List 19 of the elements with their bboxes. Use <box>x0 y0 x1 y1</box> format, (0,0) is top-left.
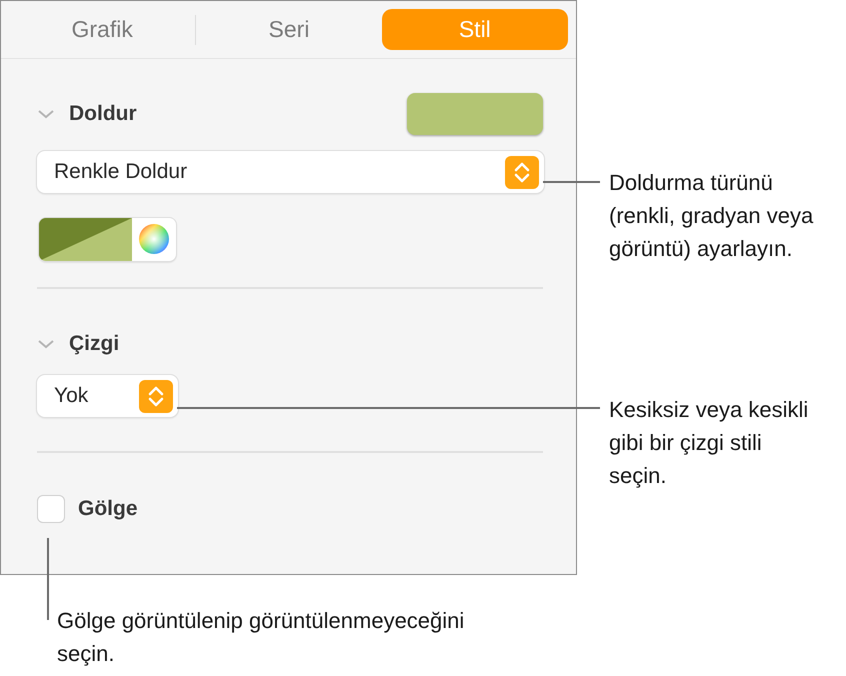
callout-text: Kesiksiz veya kesikli gibi bir çizgi stili seçin. <box>609 396 810 490</box>
tab[interactable]: Grafik <box>9 9 196 50</box>
callout-text: Gölge görüntülenip görüntülenmeyeceğini seçin. <box>57 607 466 668</box>
color-preview-icon <box>39 218 132 261</box>
chevron-icon[interactable] <box>37 338 55 350</box>
checkbox[interactable] <box>37 495 65 523</box>
leader-line <box>543 181 600 183</box>
line-style-popup[interactable]: Yok <box>37 375 178 417</box>
stepper-icon[interactable] <box>505 156 539 188</box>
color-well[interactable] <box>407 93 543 135</box>
chevron-icon[interactable] <box>37 108 55 120</box>
fill-type-popup[interactable]: Renkle Doldur <box>37 151 544 193</box>
color-swatch[interactable] <box>39 218 176 261</box>
callout-text: Doldurma türünü (renkli, gradyan veya görüntü) ayarlayın. <box>609 169 814 263</box>
tab[interactable]: Stil <box>382 9 568 50</box>
section-title: Doldur <box>69 102 137 126</box>
stepper-icon[interactable] <box>139 380 173 412</box>
checkbox-label: Gölge <box>78 497 138 521</box>
section-title: Çizgi <box>69 332 120 356</box>
